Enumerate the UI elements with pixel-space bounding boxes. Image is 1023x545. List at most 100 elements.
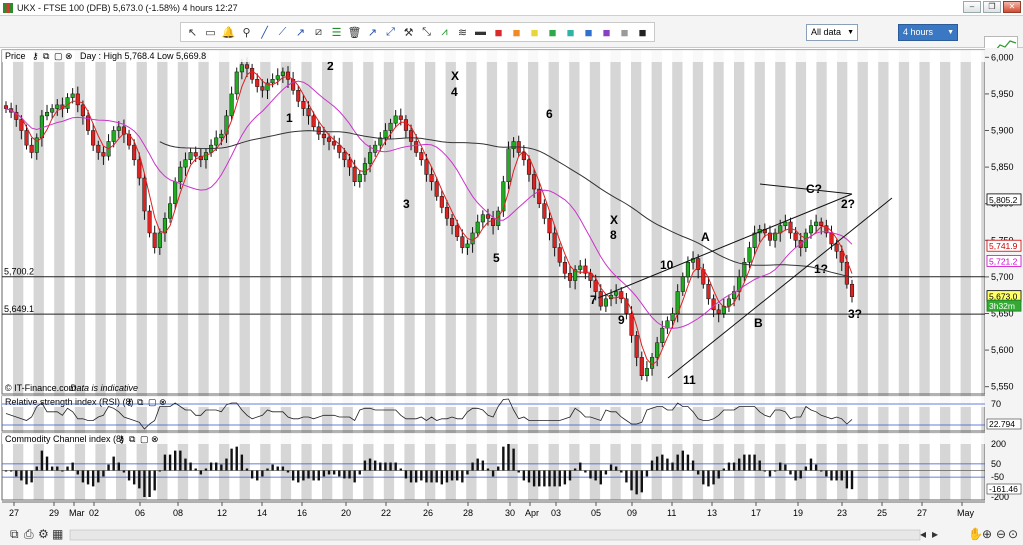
color-yellow-icon[interactable]: ■ [526, 24, 543, 40]
cci-bar [71, 462, 74, 471]
cci-bar [317, 470, 320, 481]
x-tick-label: 22 [381, 508, 391, 518]
key-icon[interactable]: ⚷ [32, 51, 39, 61]
cci-bar [486, 468, 490, 471]
cursor-icon[interactable]: ↖ [184, 24, 201, 40]
cci-bar [40, 450, 44, 471]
tools-icon[interactable]: ⚒ [400, 24, 417, 40]
candle-body [444, 207, 449, 219]
cci-header-bg [2, 433, 985, 444]
candle-body [814, 221, 819, 226]
data-source-note: Data is indicative [70, 383, 138, 393]
cci-bar [261, 470, 264, 477]
rect-icon[interactable]: ▬ [472, 24, 489, 40]
ray-icon[interactable]: ⤢ [382, 24, 399, 40]
candle-body [526, 159, 532, 175]
zoom-in-icon[interactable]: ⊕ [982, 527, 992, 541]
window-icon[interactable]: ▢ [54, 51, 63, 61]
color-red-icon[interactable]: ■ [490, 24, 507, 40]
arrow-icon[interactable]: ↗ [364, 24, 381, 40]
scroll-right-icon[interactable]: ▸ [932, 527, 938, 541]
gann-icon[interactable]: ⤡ [418, 24, 435, 40]
x-tick-label: 03 [551, 508, 561, 518]
close-icon[interactable]: ⊗ [159, 397, 167, 407]
close-icon[interactable]: ⊗ [151, 434, 159, 444]
candle-body [362, 163, 367, 175]
cci-bar [209, 462, 213, 471]
cci-bar [76, 470, 79, 475]
data-range-select[interactable]: All data ▼ [806, 24, 858, 41]
channel-icon[interactable]: ⧄ [310, 24, 327, 40]
color-purple-icon[interactable]: ■ [598, 24, 615, 40]
candle-body [301, 100, 306, 109]
cci-bar [399, 468, 402, 471]
key-icon[interactable]: ⚷ [118, 434, 125, 444]
candle-body [844, 262, 849, 285]
price-tag-label: 3h32m [989, 301, 1015, 311]
window-icon[interactable]: ▢ [140, 434, 149, 444]
cci-bar [266, 468, 269, 471]
price-panel-label: Price [5, 51, 26, 61]
copy-icon[interactable]: ⧉ [10, 527, 19, 541]
copy-icon[interactable]: ⧉ [129, 434, 136, 444]
cci-bar [584, 470, 587, 473]
period-select[interactable]: 4 hours ▼ [898, 24, 958, 41]
price-tag-label: 5,721.2 [989, 256, 1018, 266]
cci-bar [758, 460, 761, 471]
cci-bar [835, 470, 838, 481]
key-icon[interactable]: ⚷ [126, 397, 133, 407]
print-icon[interactable]: ⎙ [24, 527, 34, 541]
cci-bar [250, 470, 254, 479]
cci-bar [15, 470, 18, 477]
close-button[interactable]: ✕ [1003, 1, 1021, 13]
wave-label: 8 [610, 228, 617, 242]
cci-bar [748, 454, 751, 471]
close-icon[interactable]: ⊗ [65, 51, 73, 61]
zoom-out-icon[interactable]: ⊖ [996, 527, 1006, 541]
delete-icon[interactable]: 🗑 [346, 24, 363, 40]
horizontal-scrollbar[interactable] [69, 529, 921, 541]
cci-bar [707, 470, 710, 487]
cci-bar [727, 462, 731, 471]
copy-icon[interactable]: ⧉ [137, 397, 144, 407]
copy-icon[interactable]: ⧉ [43, 51, 50, 61]
scroll-left-icon[interactable]: ◂ [920, 527, 926, 541]
candle-body [347, 159, 352, 168]
line-icon[interactable]: ╱ [256, 24, 273, 40]
grid-icon[interactable]: ▦ [52, 527, 63, 541]
cci-bar [768, 470, 772, 477]
cci-bar [286, 470, 290, 473]
fib-icon[interactable]: ☰ [328, 24, 345, 40]
color-blue-icon[interactable]: ■ [580, 24, 597, 40]
settings-icon[interactable]: ⚙ [38, 527, 49, 541]
wave-label: 9 [618, 313, 625, 327]
color-black-icon[interactable]: ■ [634, 24, 651, 40]
color-teal-icon[interactable]: ■ [562, 24, 579, 40]
minimize-button[interactable]: – [963, 1, 981, 13]
text-icon[interactable]: ≋ [454, 24, 471, 40]
cci-bar [230, 448, 233, 471]
hand-icon[interactable]: ✋ [968, 527, 983, 541]
candle-body [603, 298, 608, 307]
window-icon[interactable]: ▢ [148, 397, 157, 407]
bell-icon[interactable]: 🔔 [220, 24, 237, 40]
candle-body [506, 148, 511, 182]
cci-bar [512, 448, 515, 471]
zoom-icon[interactable]: ⚲ [238, 24, 255, 40]
cci-bar [291, 470, 295, 481]
candle-body [598, 291, 603, 307]
zoom-reset-icon[interactable]: ⊙ [1008, 527, 1018, 541]
cci-bar [784, 464, 787, 471]
cci-bar [435, 470, 438, 483]
vline-icon[interactable]: ↗ [292, 24, 309, 40]
pitchfork-icon[interactable]: ⩘ [436, 24, 453, 40]
color-grey-icon[interactable]: ■ [616, 24, 633, 40]
ruler-icon[interactable]: ▭ [202, 24, 219, 40]
maximize-button[interactable]: ❐ [983, 1, 1001, 13]
cci-bar [132, 470, 136, 485]
chart-area[interactable]: 6,0005,9505,9005,8505,8005,7505,7005,650… [0, 48, 1023, 545]
candle-body [168, 203, 173, 219]
color-green-icon[interactable]: ■ [544, 24, 561, 40]
hline-icon[interactable]: ⟋ [274, 24, 291, 40]
color-orange-icon[interactable]: ■ [508, 24, 525, 40]
